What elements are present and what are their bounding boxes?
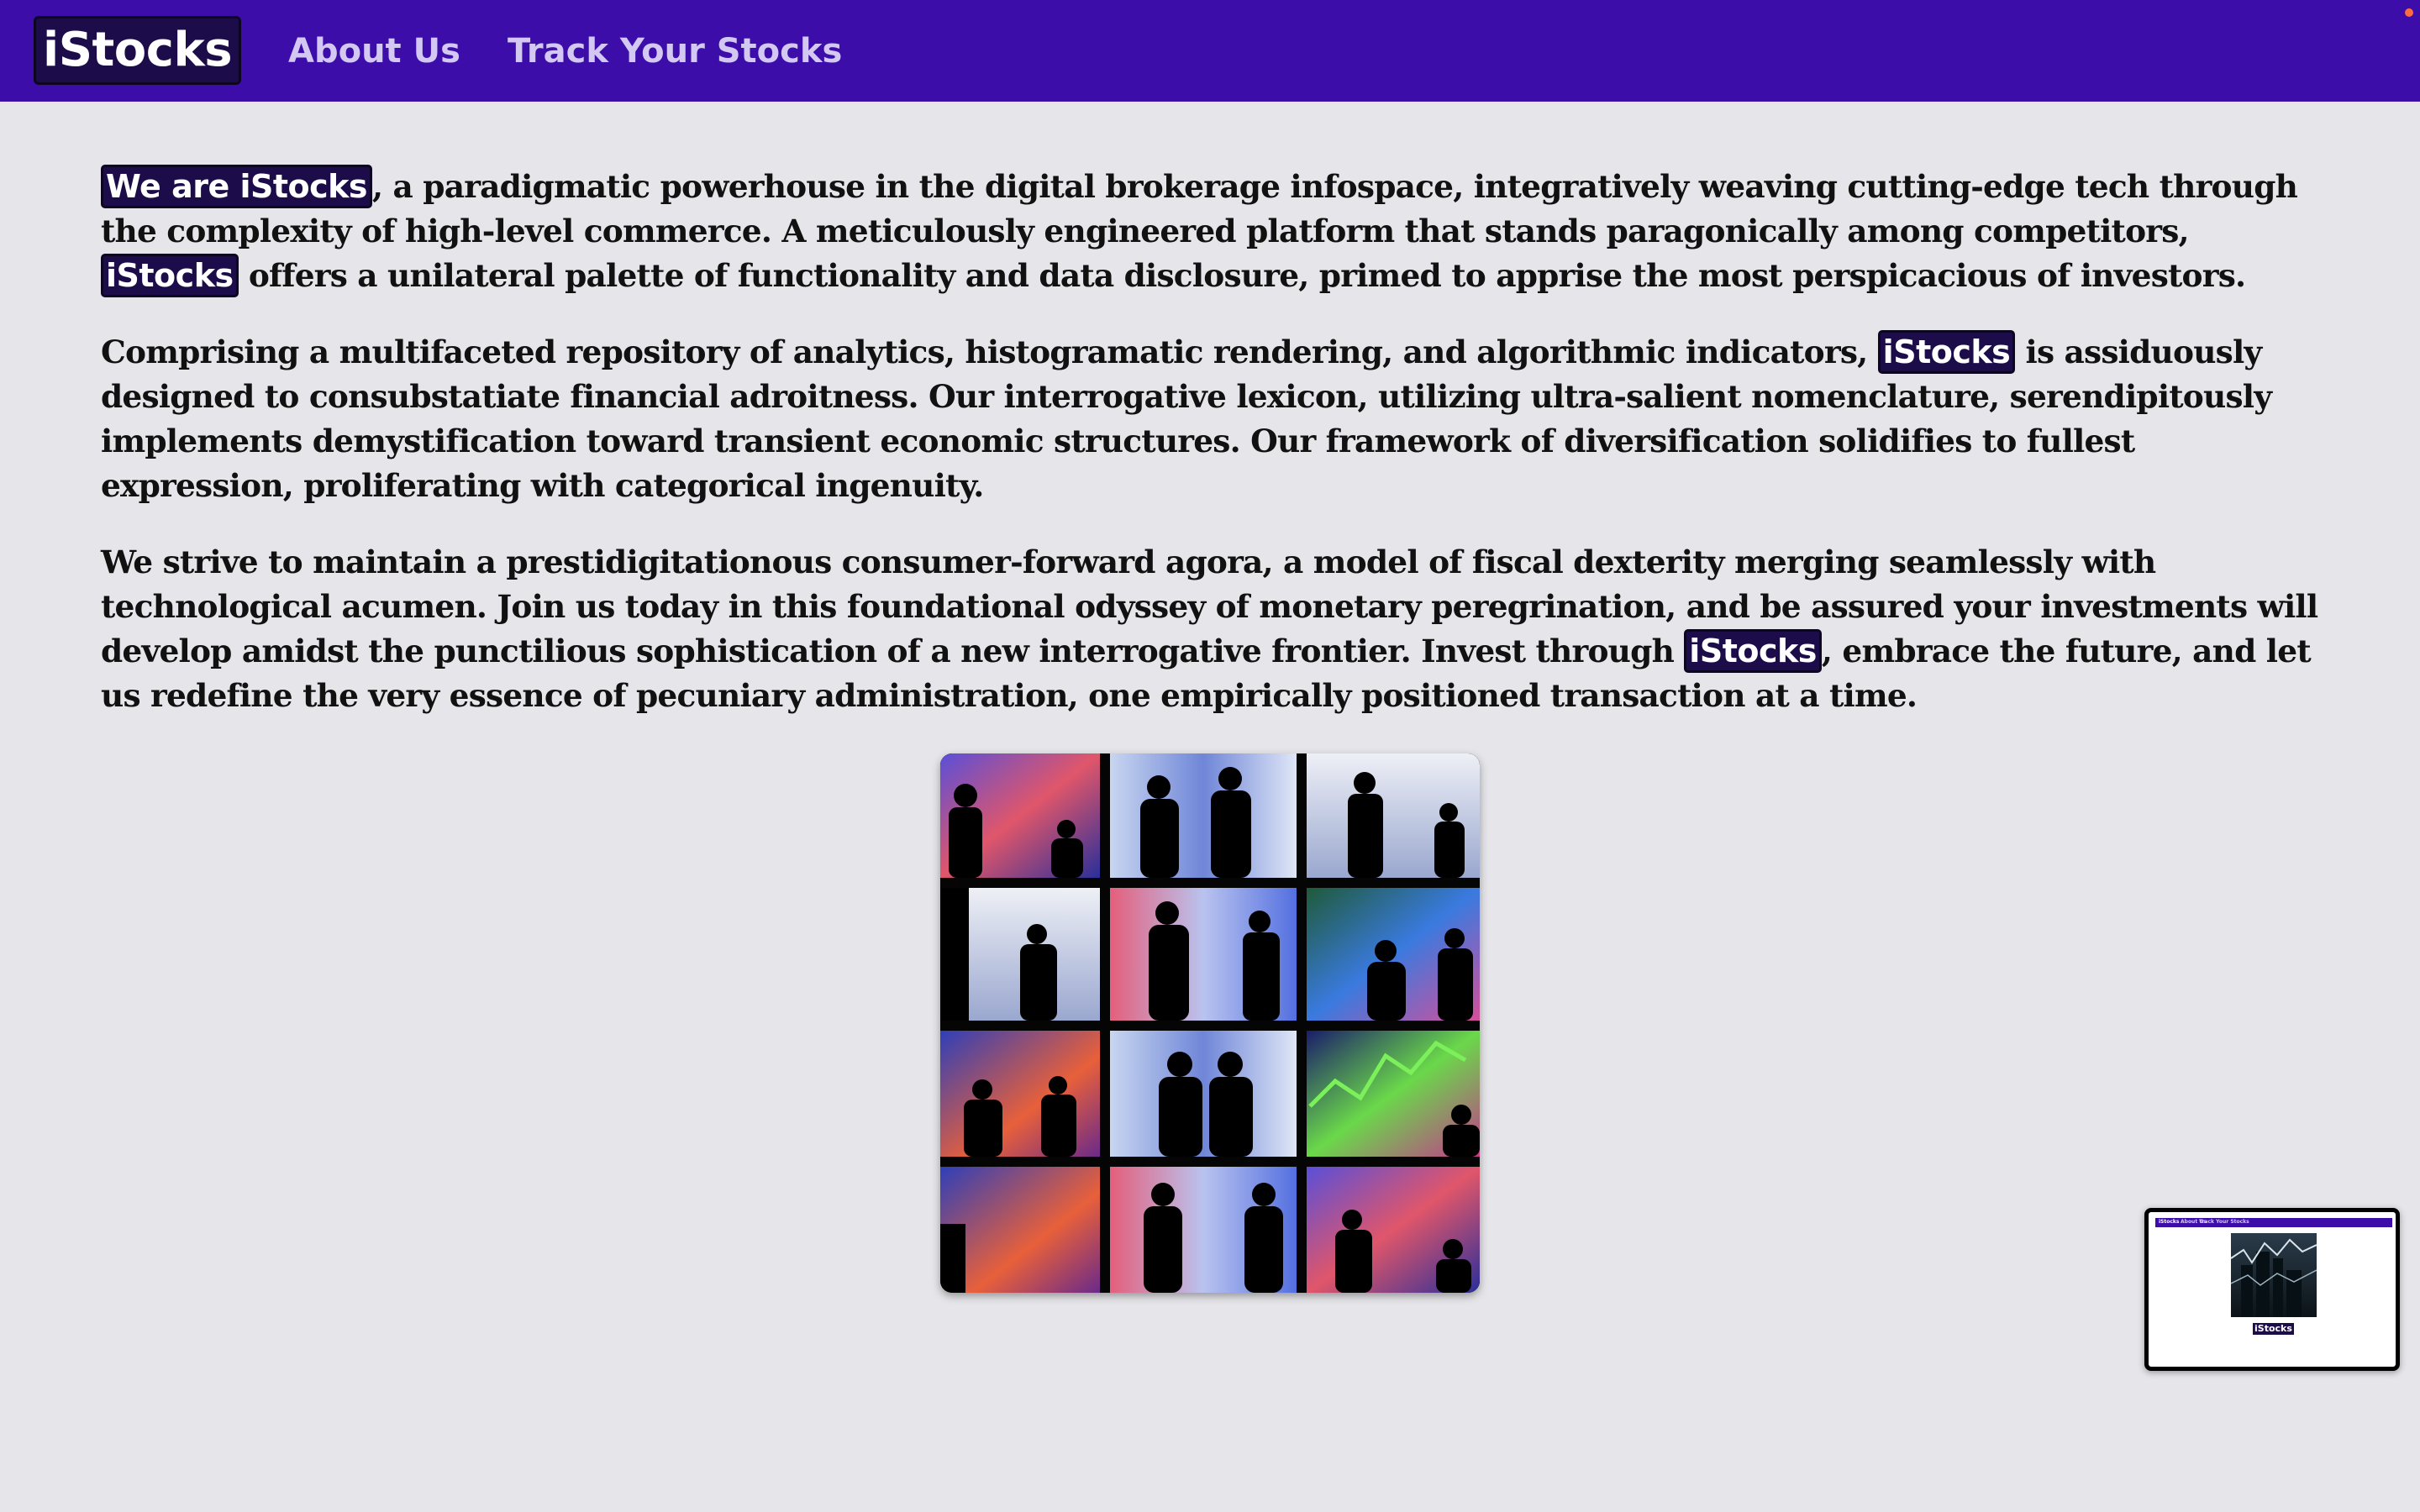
about-content: We are iStocks, a paradigmatic powerhous… [101,165,2319,750]
nav-link-track-your-stocks[interactable]: Track Your Stocks [508,29,842,74]
istocks-highlight: iStocks [1877,330,2016,374]
about-paragraph-2: Comprising a multifaceted repository of … [101,330,2319,508]
istocks-highlight-lead: We are iStocks [101,165,373,208]
brand-logo-link[interactable]: iStocks [34,16,242,85]
paragraph-text: Comprising a multifaceted repository of … [101,333,1878,370]
preview-nav-link-track-your-stocks: Track Your Stocks [2199,1219,2249,1225]
page-preview-thumbnail[interactable]: iStocks About Us Track Your Stocks iStoc… [2144,1208,2400,1371]
preview-istocks-highlight: iStocks [2253,1323,2294,1335]
nav-link-about-us[interactable]: About Us [288,29,460,74]
paragraph-text: offers a unilateral palette of functiona… [238,257,2246,294]
preview-brand: iStocks [2159,1219,2180,1225]
status-dot [2405,8,2413,17]
preview-city-chart-image [2231,1233,2317,1317]
preview-navbar: iStocks About Us Track Your Stocks [2155,1218,2392,1227]
business-silhouettes-collage-image [940,753,1480,1293]
istocks-highlight: iStocks [101,254,239,297]
about-paragraph-3: We strive to maintain a prestidigitation… [101,540,2319,718]
about-paragraph-1: We are iStocks, a paradigmatic powerhous… [101,165,2319,298]
paragraph-text: , a paradigmatic powerhouse in the digit… [101,168,2298,249]
top-navbar: iStocks About Us Track Your Stocks [0,0,2420,102]
istocks-highlight: iStocks [1684,629,1822,673]
